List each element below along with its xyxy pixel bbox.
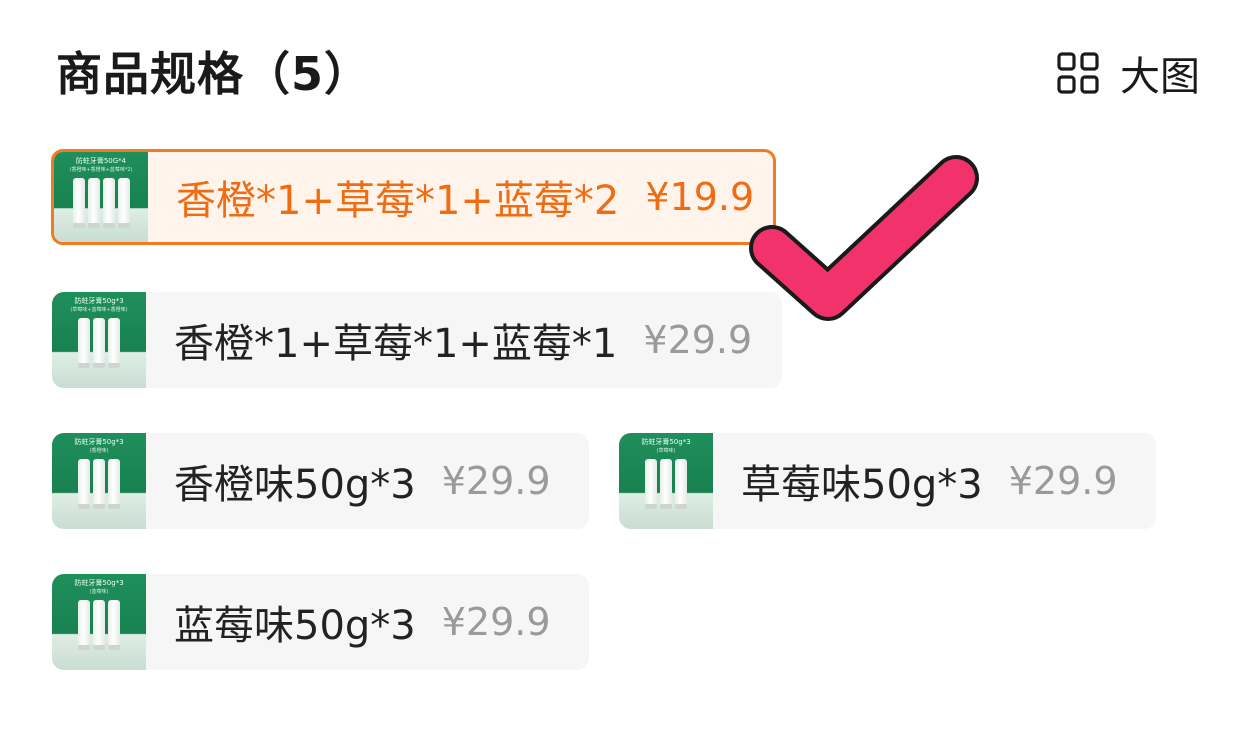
thumbnail-caption: 防蛀牙膏50g*3 [74, 579, 124, 587]
thumbnail-caption: 防蛀牙膏50g*3 [74, 438, 124, 446]
thumbnail-subcaption: (香橙味+香橙味+蓝莓味*2) [69, 167, 133, 173]
sku-option-4[interactable]: 防蛀牙膏50g*3 (草莓味) 草莓味50g*3 ¥29.9 [619, 433, 1156, 529]
sku-thumbnail: 防蛀牙膏50g*3 (草莓味+蓝莓味+香橙味) [52, 292, 146, 388]
thumbnail-caption: 防蛀牙膏50G*4 [75, 157, 127, 165]
sku-price: ¥29.9 [1008, 459, 1118, 503]
sku-price: ¥29.9 [643, 318, 753, 362]
sku-price: ¥19.9 [645, 175, 755, 219]
thumbnail-caption: 防蛀牙膏50g*3 [74, 297, 124, 305]
sku-option-5[interactable]: 防蛀牙膏50g*3 (蓝莓味) 蓝莓味50g*3 ¥29.9 [52, 574, 589, 670]
sku-thumbnail: 防蛀牙膏50g*3 (草莓味) [619, 433, 713, 529]
sku-thumbnail: 防蛀牙膏50g*3 (蓝莓味) [52, 574, 146, 670]
sku-price: ¥29.9 [441, 600, 551, 644]
thumbnail-subcaption: (草莓味) [656, 448, 676, 454]
grid-icon [1057, 52, 1099, 94]
sku-option-3[interactable]: 防蛀牙膏50g*3 (香橙味) 香橙味50g*3 ¥29.9 [52, 433, 589, 529]
thumbnail-subcaption: (蓝莓味) [89, 589, 109, 595]
sku-name: 草莓味50g*3 [741, 462, 983, 508]
sku-option-1[interactable]: 防蛀牙膏50G*4 (香橙味+香橙味+蓝莓味*2) 香橙*1+草莓*1+蓝莓*2… [51, 149, 776, 245]
sku-thumbnail: 防蛀牙膏50G*4 (香橙味+香橙味+蓝莓味*2) [54, 152, 148, 242]
thumbnail-subcaption: (香橙味) [89, 448, 109, 454]
sku-option-2[interactable]: 防蛀牙膏50g*3 (草莓味+蓝莓味+香橙味) 香橙*1+草莓*1+蓝莓*1 ¥… [52, 292, 782, 388]
page-title: 商品规格（5） [56, 47, 372, 101]
sku-price: ¥29.9 [441, 459, 551, 503]
sku-name: 香橙*1+草莓*1+蓝莓*2 [176, 178, 620, 224]
sku-name: 香橙*1+草莓*1+蓝莓*1 [174, 321, 618, 367]
thumbnail-caption: 防蛀牙膏50g*3 [641, 438, 691, 446]
large-image-toggle[interactable]: 大图 [1056, 44, 1200, 102]
large-image-label: 大图 [1120, 54, 1200, 100]
sku-name: 香橙味50g*3 [174, 462, 416, 508]
thumbnail-subcaption: (草莓味+蓝莓味+香橙味) [70, 307, 128, 313]
sku-name: 蓝莓味50g*3 [174, 603, 416, 649]
sku-thumbnail: 防蛀牙膏50g*3 (香橙味) [52, 433, 146, 529]
